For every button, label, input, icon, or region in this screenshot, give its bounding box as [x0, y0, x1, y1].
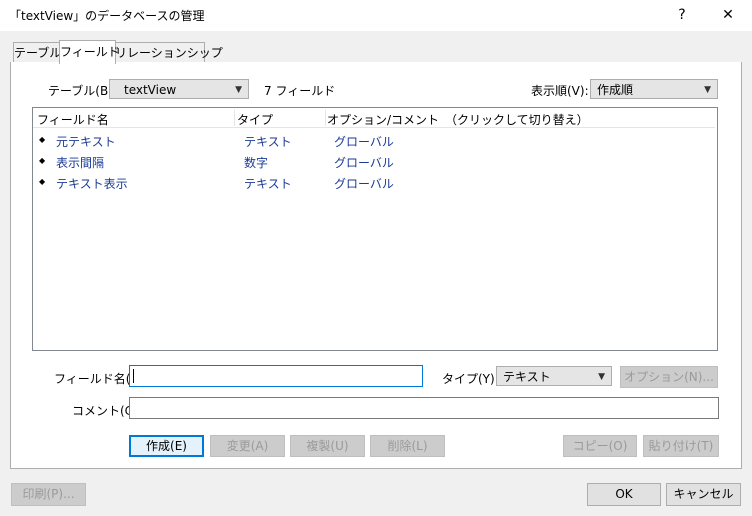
tab-fields[interactable]: フィールド — [59, 40, 120, 64]
column-header-type[interactable]: タイプ — [237, 111, 273, 128]
type-select[interactable]: テキスト ▼ — [496, 366, 612, 386]
window-title: 「textView」のデータベースの管理 — [9, 9, 205, 23]
sort-order-label: 表示順(V): — [531, 84, 589, 98]
field-row-name: 元テキスト — [56, 135, 116, 149]
field-count: 7 フィールド — [264, 84, 336, 98]
field-row-name: テキスト表示 — [56, 177, 128, 191]
table-label: テーブル(B): — [48, 84, 117, 98]
copy-button[interactable]: コピー(O) — [563, 435, 637, 457]
table-select-value: textView — [124, 83, 177, 97]
field-row-type: テキスト — [244, 135, 292, 149]
field-name-input[interactable] — [129, 365, 423, 387]
chevron-down-icon: ▼ — [235, 85, 242, 95]
type-select-value: テキスト — [503, 370, 551, 384]
reorder-handle-icon[interactable]: ◆ — [39, 177, 45, 186]
chevron-down-icon: ▼ — [704, 85, 711, 95]
field-row-options: グローバル — [334, 177, 394, 191]
field-row[interactable]: ◆ 元テキスト テキスト グローバル — [33, 130, 713, 150]
field-row-name: 表示間隔 — [56, 156, 105, 170]
reorder-handle-icon[interactable]: ◆ — [39, 135, 45, 144]
sort-order-select[interactable]: 作成順 ▼ — [590, 79, 718, 99]
field-row-type: テキスト — [244, 177, 292, 191]
options-button[interactable]: オプション(N)... — [620, 366, 718, 388]
table-select[interactable]: textView ▼ — [109, 79, 249, 99]
comment-input[interactable] — [129, 397, 719, 419]
column-header-options[interactable]: オプション/コメント （クリックして切り替え） — [327, 111, 589, 128]
column-separator — [234, 110, 235, 126]
print-button[interactable]: 印刷(P)... — [11, 483, 86, 506]
field-list-header: フィールド名 タイプ オプション/コメント （クリックして切り替え） — [33, 109, 715, 128]
tab-relationships[interactable]: リレーションシップ — [114, 42, 223, 63]
sort-order-value: 作成順 — [597, 83, 634, 97]
duplicate-button[interactable]: 複製(U) — [290, 435, 365, 457]
column-separator — [325, 110, 326, 126]
delete-button[interactable]: 削除(L) — [370, 435, 445, 457]
reorder-handle-icon[interactable]: ◆ — [39, 156, 45, 165]
ok-button[interactable]: OK — [587, 483, 661, 506]
field-row-type: 数字 — [244, 156, 269, 170]
paste-button[interactable]: 貼り付け(T) — [643, 435, 719, 457]
create-button[interactable]: 作成(E) — [129, 435, 204, 457]
field-row-options: グローバル — [334, 156, 394, 170]
chevron-down-icon: ▼ — [598, 372, 605, 382]
type-label: タイプ(Y): — [442, 372, 499, 386]
cancel-button[interactable]: キャンセル — [666, 483, 741, 506]
column-header-field-name[interactable]: フィールド名 — [37, 111, 109, 128]
field-row[interactable]: ◆ 表示間隔 数字 グローバル — [33, 151, 713, 171]
text-caret — [133, 369, 134, 383]
field-row[interactable]: ◆ テキスト表示 テキスト グローバル — [33, 172, 713, 192]
tab-tables[interactable]: テーブル — [13, 42, 61, 63]
change-button[interactable]: 変更(A) — [210, 435, 285, 457]
help-button[interactable]: ? — [660, 0, 704, 31]
field-row-options: グローバル — [334, 135, 394, 149]
close-button[interactable]: ✕ — [706, 0, 750, 31]
